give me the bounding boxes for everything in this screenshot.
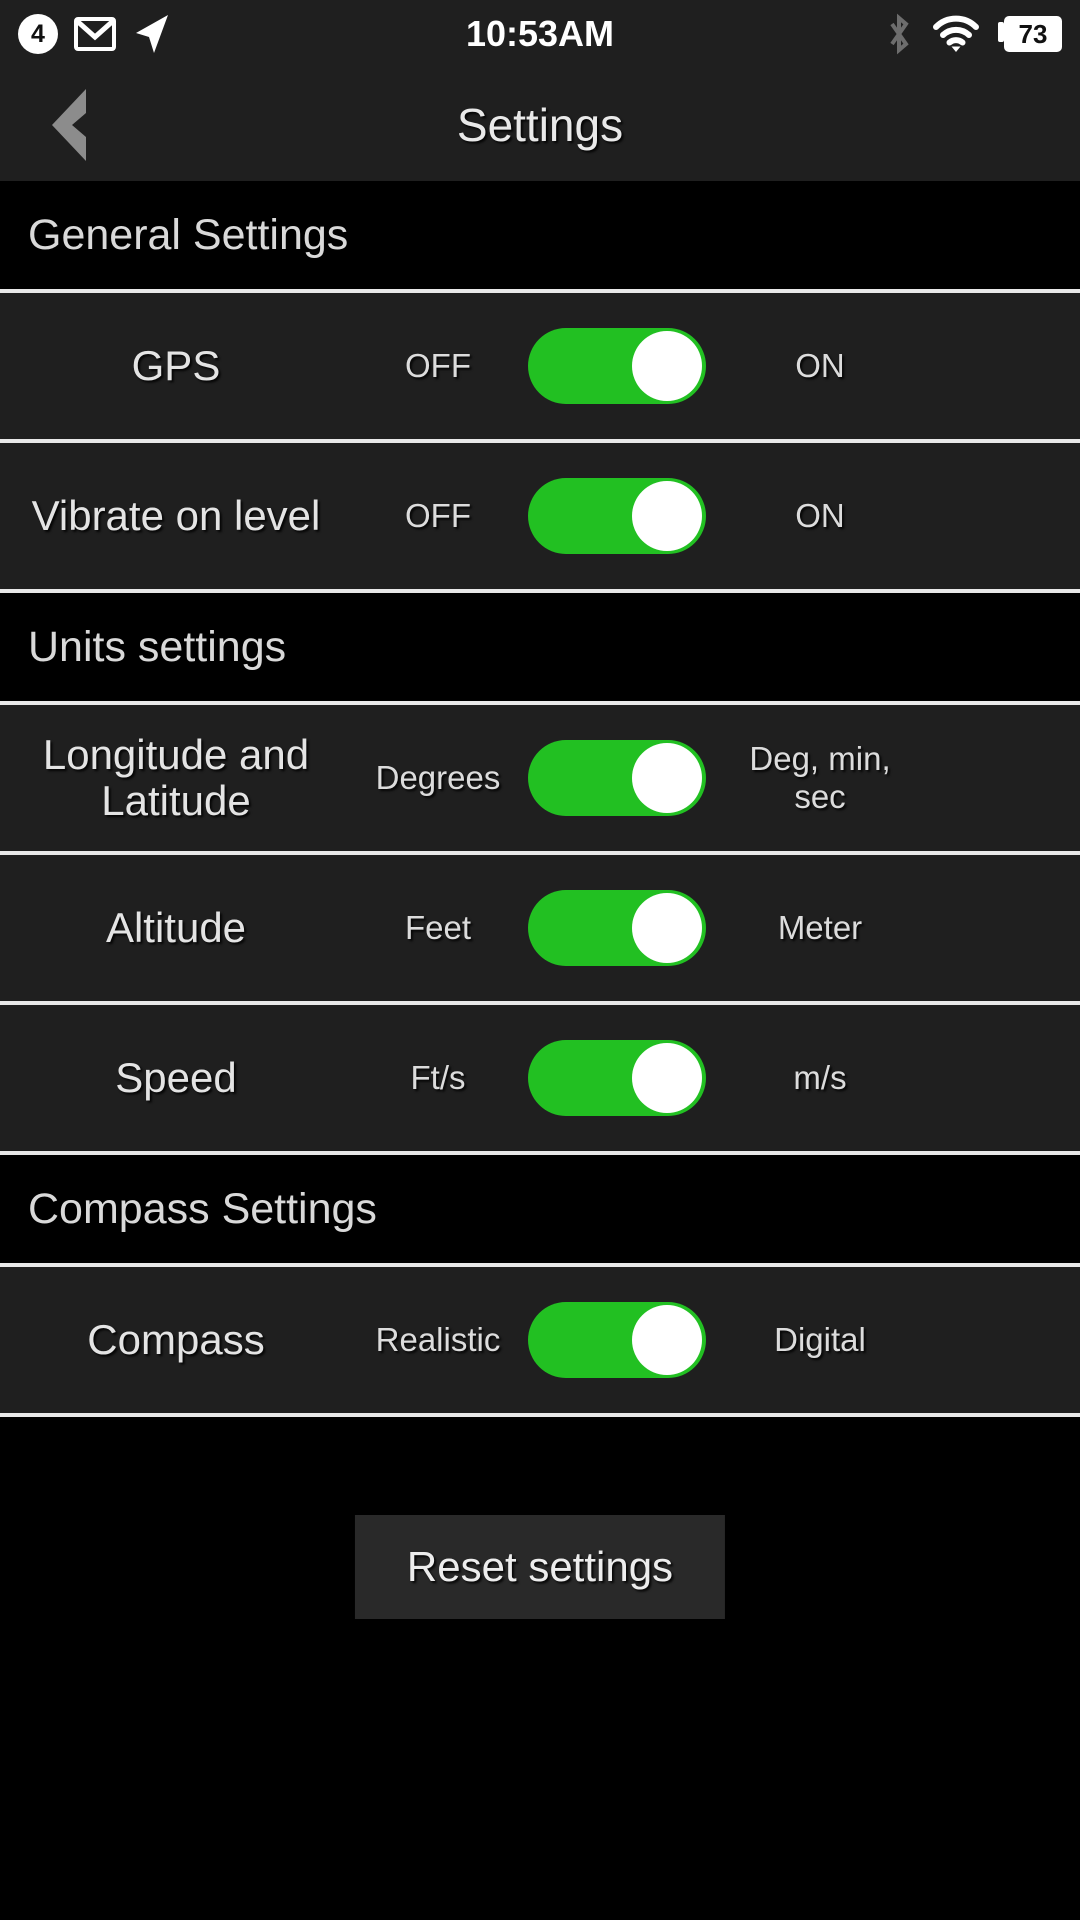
option-left-label[interactable]: Degrees xyxy=(352,759,524,797)
back-button[interactable] xyxy=(34,85,104,165)
row-label: Altitude xyxy=(105,904,247,951)
option-right-label[interactable]: ON xyxy=(720,497,920,535)
settings-list: General Settings GPS OFF ON Vibrate on l… xyxy=(0,181,1080,1920)
row-label: Speed xyxy=(115,1054,237,1101)
section-header-compass: Compass Settings xyxy=(0,1155,1080,1263)
page-title: Settings xyxy=(456,98,624,151)
toggle-altitude[interactable] xyxy=(528,890,706,966)
status-bar-left-icons: 4 xyxy=(18,13,172,55)
toggle-knob xyxy=(632,481,702,551)
section-header-general: General Settings xyxy=(0,181,1080,289)
toggle-speed[interactable] xyxy=(528,1040,706,1116)
row-label: GPS xyxy=(131,342,221,389)
setting-row-compass[interactable]: Compass Realistic Digital xyxy=(0,1267,1080,1413)
toggle-knob xyxy=(632,743,702,813)
option-left-label[interactable]: Ft/s xyxy=(352,1059,524,1097)
setting-row-speed[interactable]: Speed Ft/s m/s xyxy=(0,1005,1080,1151)
settings-screen: 4 10:53AM 73 Settings General Settings G… xyxy=(0,0,1080,1920)
toggle-compass[interactable] xyxy=(528,1302,706,1378)
wifi-icon xyxy=(932,14,980,54)
toggle-vibrate-on-level[interactable] xyxy=(528,478,706,554)
row-label: Vibrate on level xyxy=(31,492,321,539)
setting-row-gps[interactable]: GPS OFF ON xyxy=(0,293,1080,439)
option-left-label[interactable]: OFF xyxy=(352,347,524,385)
reset-settings-button[interactable]: Reset settings xyxy=(354,1515,726,1619)
setting-row-vibrate-on-level[interactable]: Vibrate on level OFF ON xyxy=(0,443,1080,589)
option-right-label[interactable]: ON xyxy=(720,347,920,385)
option-right-label[interactable]: Digital xyxy=(720,1321,920,1359)
row-label: Longitude and Latitude xyxy=(42,731,310,824)
notification-count-badge: 4 xyxy=(18,14,58,54)
option-right-label[interactable]: Meter xyxy=(720,909,920,947)
battery-level-text: 73 xyxy=(1018,18,1048,49)
mail-icon xyxy=(74,17,116,51)
option-left-label[interactable]: OFF xyxy=(352,497,524,535)
status-bar-right-icons: 73 xyxy=(884,12,1062,56)
toggle-knob xyxy=(632,893,702,963)
title-bar: Settings xyxy=(0,68,1080,181)
footer-area: Reset settings xyxy=(0,1417,1080,1920)
setting-row-longitude-latitude[interactable]: Longitude and Latitude Degrees Deg, min,… xyxy=(0,705,1080,851)
bluetooth-icon xyxy=(884,12,914,56)
location-arrow-icon xyxy=(132,13,172,55)
section-header-units: Units settings xyxy=(0,593,1080,701)
toggle-knob xyxy=(632,1305,702,1375)
toggle-knob xyxy=(632,1043,702,1113)
chevron-left-icon xyxy=(42,85,96,165)
battery-icon: 73 xyxy=(998,14,1062,54)
toggle-gps[interactable] xyxy=(528,328,706,404)
option-right-label[interactable]: Deg, min, sec xyxy=(720,740,920,816)
status-bar: 4 10:53AM 73 xyxy=(0,0,1080,68)
option-right-label[interactable]: m/s xyxy=(720,1059,920,1097)
row-label: Compass xyxy=(87,1316,265,1363)
setting-row-altitude[interactable]: Altitude Feet Meter xyxy=(0,855,1080,1001)
option-left-label[interactable]: Realistic xyxy=(352,1321,524,1359)
option-left-label[interactable]: Feet xyxy=(352,909,524,947)
toggle-knob xyxy=(632,331,702,401)
toggle-longitude-latitude[interactable] xyxy=(528,740,706,816)
